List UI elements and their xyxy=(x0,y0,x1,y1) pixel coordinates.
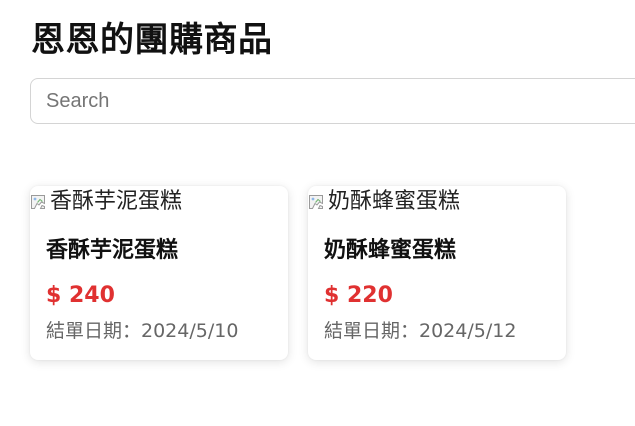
image-alt-text: 香酥芋泥蛋糕 xyxy=(50,189,183,214)
page-title: 恩恩的團購商品 xyxy=(31,20,273,60)
page: 恩恩的團購商品 香酥芋泥蛋糕 香酥芋泥蛋糕 $ 240 結單日期：2024/5/… xyxy=(0,0,635,426)
product-name[interactable]: 香酥芋泥蛋糕 xyxy=(46,236,178,266)
search-input[interactable] xyxy=(46,79,635,123)
search-box[interactable] xyxy=(30,78,635,124)
image-alt-text: 奶酥蜂蜜蛋糕 xyxy=(328,189,461,214)
broken-image-icon xyxy=(31,195,45,209)
product-price: $ 240 xyxy=(46,283,115,308)
product-card[interactable]: 香酥芋泥蛋糕 香酥芋泥蛋糕 $ 240 結單日期：2024/5/10 xyxy=(30,186,288,360)
product-price: $ 220 xyxy=(324,283,393,308)
order-end-date: 結單日期：2024/5/10 xyxy=(46,320,239,342)
order-end-date: 結單日期：2024/5/12 xyxy=(324,320,517,342)
product-image[interactable]: 香酥芋泥蛋糕 xyxy=(30,186,182,218)
broken-image-icon xyxy=(309,195,323,209)
product-card[interactable]: 奶酥蜂蜜蛋糕 奶酥蜂蜜蛋糕 $ 220 結單日期：2024/5/12 xyxy=(308,186,566,360)
product-name[interactable]: 奶酥蜂蜜蛋糕 xyxy=(324,236,456,266)
product-image[interactable]: 奶酥蜂蜜蛋糕 xyxy=(308,186,460,218)
